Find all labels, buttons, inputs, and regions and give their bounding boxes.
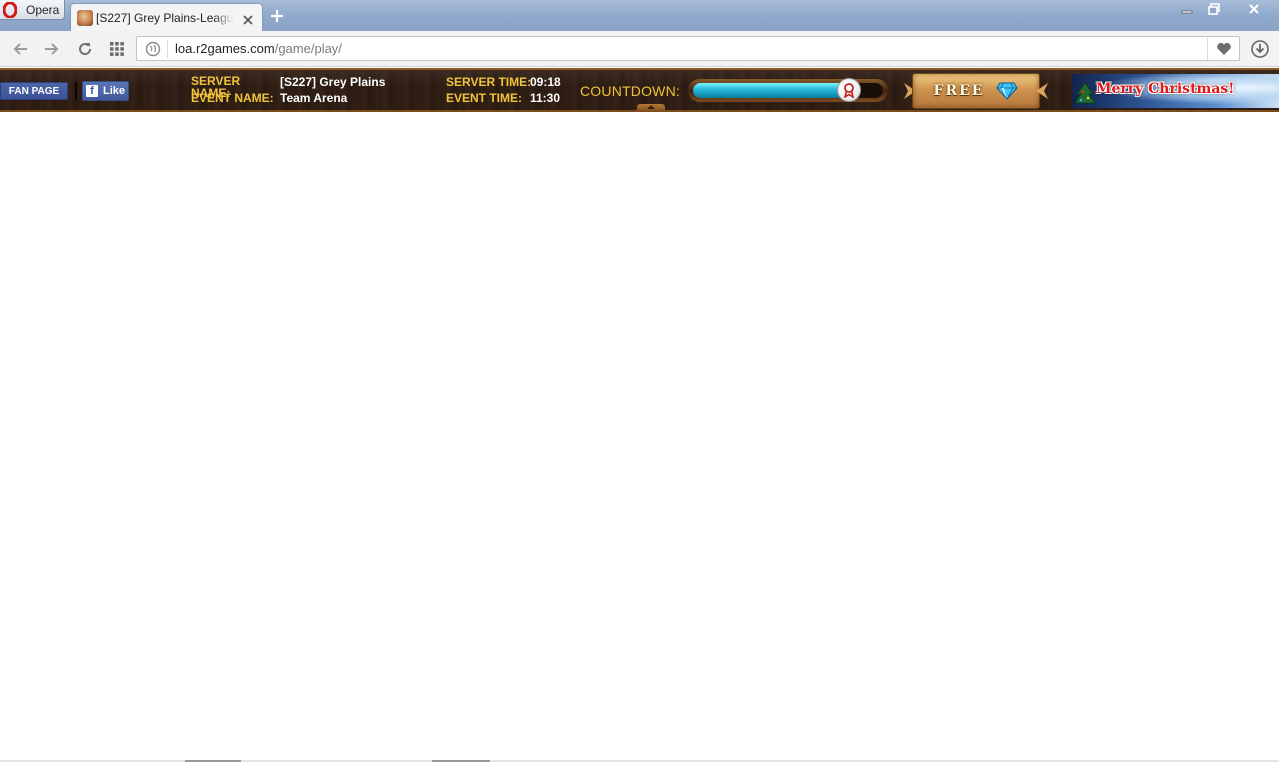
close-window-icon[interactable] xyxy=(1229,0,1279,18)
new-tab-plus-icon[interactable] xyxy=(269,8,285,24)
christmas-banner-text: Merry Christmas! xyxy=(1096,81,1235,97)
event-name-label: EVENT NAME: xyxy=(191,91,274,105)
like-label: Like xyxy=(103,85,126,97)
event-name-value: Team Arena xyxy=(280,91,348,105)
globe-icon[interactable] xyxy=(145,41,161,57)
game-viewport[interactable] xyxy=(0,112,1279,760)
opera-menu-button[interactable]: Opera xyxy=(0,0,65,20)
url-host: loa.r2games.com xyxy=(175,41,275,56)
diamond-icon xyxy=(996,82,1019,100)
countdown-progress-bar xyxy=(688,78,888,102)
tab-title: [S227] Grey Plains-League xyxy=(96,10,234,25)
address-bar[interactable]: loa.r2games.com/game/play/ xyxy=(136,36,1240,61)
minimize-icon[interactable] xyxy=(1173,0,1200,18)
free-gems-button[interactable]: FREE xyxy=(902,73,1050,109)
countdown-progress-fill xyxy=(693,83,849,98)
collapse-header-icon[interactable] xyxy=(637,104,665,112)
heart-icon[interactable] xyxy=(1207,37,1239,60)
free-plate: FREE xyxy=(912,73,1040,109)
countdown-progress-inner xyxy=(693,78,883,102)
ornament-right-icon xyxy=(1036,83,1048,99)
server-name-value: [S227] Grey Plains xyxy=(280,75,386,89)
fan-page-button[interactable]: FAN PAGE xyxy=(0,82,68,100)
christmas-banner[interactable]: Merry Christmas! xyxy=(1072,74,1279,108)
facebook-like-button[interactable]: f Like xyxy=(82,81,129,101)
game-header-bar: FAN PAGE f Like SERVER NAME: [S227] Grey… xyxy=(0,68,1279,112)
opera-menu-label: Opera xyxy=(26,2,60,17)
event-time-label: EVENT TIME: xyxy=(446,91,523,105)
grid-icon[interactable] xyxy=(108,40,126,58)
download-icon[interactable] xyxy=(1250,39,1270,59)
url-path: /game/play/ xyxy=(274,41,342,56)
browser-titlebar: Opera [S227] Grey Plains-League xyxy=(0,0,1279,31)
server-time-value: 09:18 xyxy=(530,75,561,89)
ribbon-badge-icon xyxy=(837,78,861,102)
reload-icon[interactable] xyxy=(76,40,94,58)
opera-logo-icon xyxy=(2,1,18,19)
browser-navbar: loa.r2games.com/game/play/ xyxy=(0,31,1279,67)
address-url[interactable]: loa.r2games.com/game/play/ xyxy=(175,41,342,56)
arrow-left-icon[interactable] xyxy=(12,40,30,58)
address-separator xyxy=(167,40,168,58)
tab-close-icon[interactable] xyxy=(242,11,254,25)
arrow-right-icon[interactable] xyxy=(42,40,60,58)
tab-active[interactable]: [S227] Grey Plains-League xyxy=(70,3,263,31)
event-time-value: 11:30 xyxy=(530,91,561,105)
christmas-tree-icon xyxy=(1074,82,1096,104)
countdown-label: COUNTDOWN: xyxy=(580,83,680,99)
free-label: FREE xyxy=(933,83,985,99)
facebook-icon: f xyxy=(86,85,98,97)
tab-favicon-icon xyxy=(77,9,93,26)
restore-icon[interactable] xyxy=(1200,0,1227,18)
window-controls xyxy=(1173,0,1279,18)
server-time-label: SERVER TIME: xyxy=(446,75,532,89)
header-divider xyxy=(75,82,77,100)
